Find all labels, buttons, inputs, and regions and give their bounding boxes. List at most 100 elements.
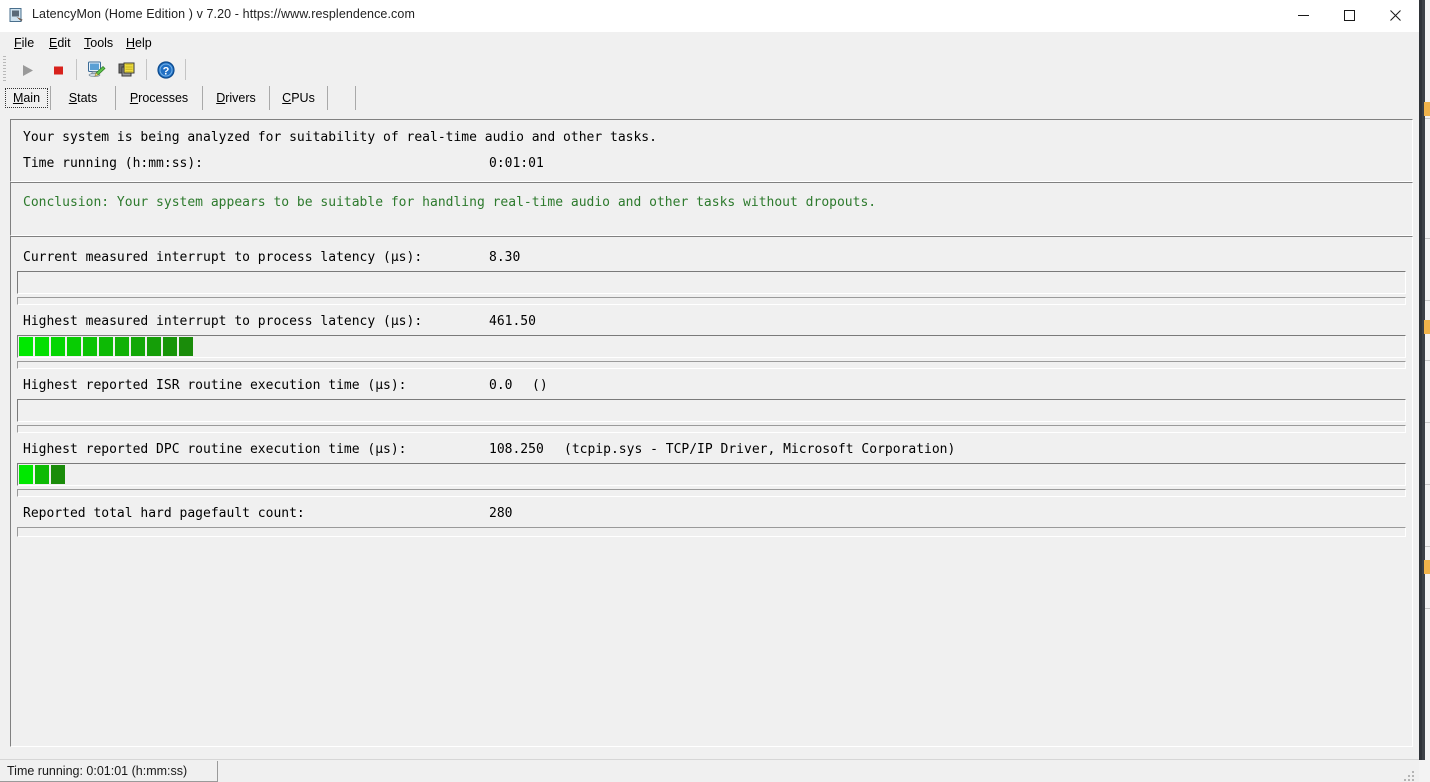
menu-edit[interactable]: Edit — [45, 35, 75, 51]
current-latency-progressbar — [17, 271, 1406, 294]
status-bar: Time running: 0:01:01 (h:mm:ss) — [0, 759, 1419, 782]
toolbar-grip[interactable] — [3, 56, 6, 82]
start-monitoring-button[interactable] — [14, 57, 40, 83]
isr-progressbar — [17, 399, 1406, 422]
copy-report-button[interactable] — [114, 57, 140, 83]
pagefault-label: Reported total hard pagefault count: — [23, 506, 305, 521]
background-ui-line — [1425, 484, 1430, 485]
progress-segment — [35, 337, 49, 356]
stop-icon — [53, 66, 63, 74]
maximize-button[interactable] — [1326, 0, 1372, 31]
progress-segment — [163, 337, 177, 356]
background-highlight — [1424, 102, 1430, 116]
highest-latency-bar-fill — [19, 337, 195, 356]
toolbar-separator — [185, 59, 186, 80]
system-info-button[interactable] — [83, 57, 109, 83]
background-ui-line — [1425, 422, 1430, 423]
main-content: Your system is being analyzed for suitab… — [0, 111, 1419, 759]
current-latency-value: 8.30 — [489, 250, 521, 265]
current-latency-label: Current measured interrupt to process la… — [23, 250, 423, 265]
close-button[interactable] — [1372, 0, 1418, 31]
tab-drivers-label: Drivers — [216, 91, 256, 105]
highest-latency-progressbar — [17, 335, 1406, 358]
progress-segment — [147, 337, 161, 356]
minimize-button[interactable] — [1280, 0, 1326, 31]
tab-drivers[interactable]: Drivers — [203, 86, 270, 110]
tab-strip-filler — [328, 86, 356, 110]
tab-main[interactable]: Main — [3, 86, 51, 110]
background-ui-line — [1425, 238, 1430, 239]
menu-help[interactable]: Help — [122, 35, 156, 51]
tab-cpus-label: CPUs — [282, 91, 315, 105]
minimize-icon — [1297, 15, 1309, 16]
isr-value: 0.0 — [489, 378, 513, 393]
analysis-panel: Your system is being analyzed for suitab… — [10, 119, 1413, 182]
progress-segment — [99, 337, 113, 356]
background-ui-line — [1425, 118, 1430, 119]
help-button[interactable]: ? — [153, 57, 179, 83]
background-highlight — [1424, 560, 1430, 574]
close-icon — [1389, 10, 1401, 21]
conclusion-text: Conclusion: Your system appears to be su… — [23, 195, 877, 210]
progress-segment — [19, 465, 33, 484]
dpc-extra: (tcpip.sys - TCP/IP Driver, Microsoft Co… — [564, 442, 956, 457]
progress-segment — [35, 465, 49, 484]
svg-text:?: ? — [163, 65, 170, 77]
main-window: LatencyMon (Home Edition ) v 7.20 - http… — [0, 0, 1419, 782]
window-title: LatencyMon (Home Edition ) v 7.20 - http… — [32, 7, 415, 21]
progress-segment — [131, 337, 145, 356]
tab-processes-label: Processes — [129, 91, 189, 105]
background-highlight — [1424, 320, 1430, 334]
monitor-pen-icon — [88, 61, 106, 77]
conclusion-panel: Conclusion: Your system appears to be su… — [10, 182, 1413, 236]
highest-latency-secondary-strip — [17, 361, 1406, 369]
play-icon — [22, 64, 33, 76]
help-circle-icon: ? — [157, 61, 175, 79]
menu-tools[interactable]: Tools — [80, 35, 117, 51]
progress-segment — [67, 337, 81, 356]
background-ui-line — [1425, 360, 1430, 361]
isr-label: Highest reported ISR routine execution t… — [23, 378, 407, 393]
app-icon — [8, 7, 25, 24]
layered-squares-icon — [118, 62, 135, 77]
dpc-secondary-strip — [17, 489, 1406, 497]
tab-cpus[interactable]: CPUs — [270, 86, 328, 110]
isr-extra: () — [532, 378, 548, 393]
dpc-value: 108.250 — [489, 442, 544, 457]
title-bar: LatencyMon (Home Edition ) v 7.20 - http… — [0, 0, 1419, 33]
pagefault-value: 280 — [489, 506, 513, 521]
pagefault-strip — [17, 527, 1406, 537]
menu-file[interactable]: File — [10, 35, 38, 51]
progress-segment — [51, 337, 65, 356]
dpc-bar-fill — [19, 465, 67, 484]
maximize-icon — [1343, 10, 1355, 21]
toolbar: ? — [0, 54, 1419, 87]
progress-segment — [179, 337, 193, 356]
current-latency-secondary-strip — [17, 297, 1406, 305]
tab-processes[interactable]: Processes — [116, 86, 203, 110]
time-running-value: 0:01:01 — [489, 156, 544, 171]
background-ui-line — [1425, 546, 1430, 547]
dpc-label: Highest reported DPC routine execution t… — [23, 442, 407, 457]
progress-segment — [115, 337, 129, 356]
measurements-panel: Current measured interrupt to process la… — [10, 236, 1413, 747]
status-bar-text: Time running: 0:01:01 (h:mm:ss) — [7, 764, 188, 778]
isr-secondary-strip — [17, 425, 1406, 433]
stop-monitoring-button[interactable] — [45, 57, 71, 83]
tab-strip: Main Stats Processes Drivers CPUs — [0, 86, 1419, 112]
background-ui-line — [1425, 300, 1430, 301]
menu-bar: File Edit Tools Help — [0, 32, 1419, 54]
toolbar-separator — [76, 59, 77, 80]
tab-focus-rect — [5, 88, 48, 108]
time-running-label: Time running (h:mm:ss): — [23, 156, 204, 171]
background-ui-line — [1425, 608, 1430, 609]
highest-latency-value: 461.50 — [489, 314, 536, 329]
progress-segment — [83, 337, 97, 356]
tab-stats[interactable]: Stats — [51, 86, 116, 110]
progress-segment — [19, 337, 33, 356]
progress-segment — [51, 465, 65, 484]
highest-latency-label: Highest measured interrupt to process la… — [23, 314, 423, 329]
analysis-line: Your system is being analyzed for suitab… — [23, 130, 657, 145]
resize-grip-icon[interactable] — [1404, 769, 1415, 781]
dpc-progressbar — [17, 463, 1406, 486]
